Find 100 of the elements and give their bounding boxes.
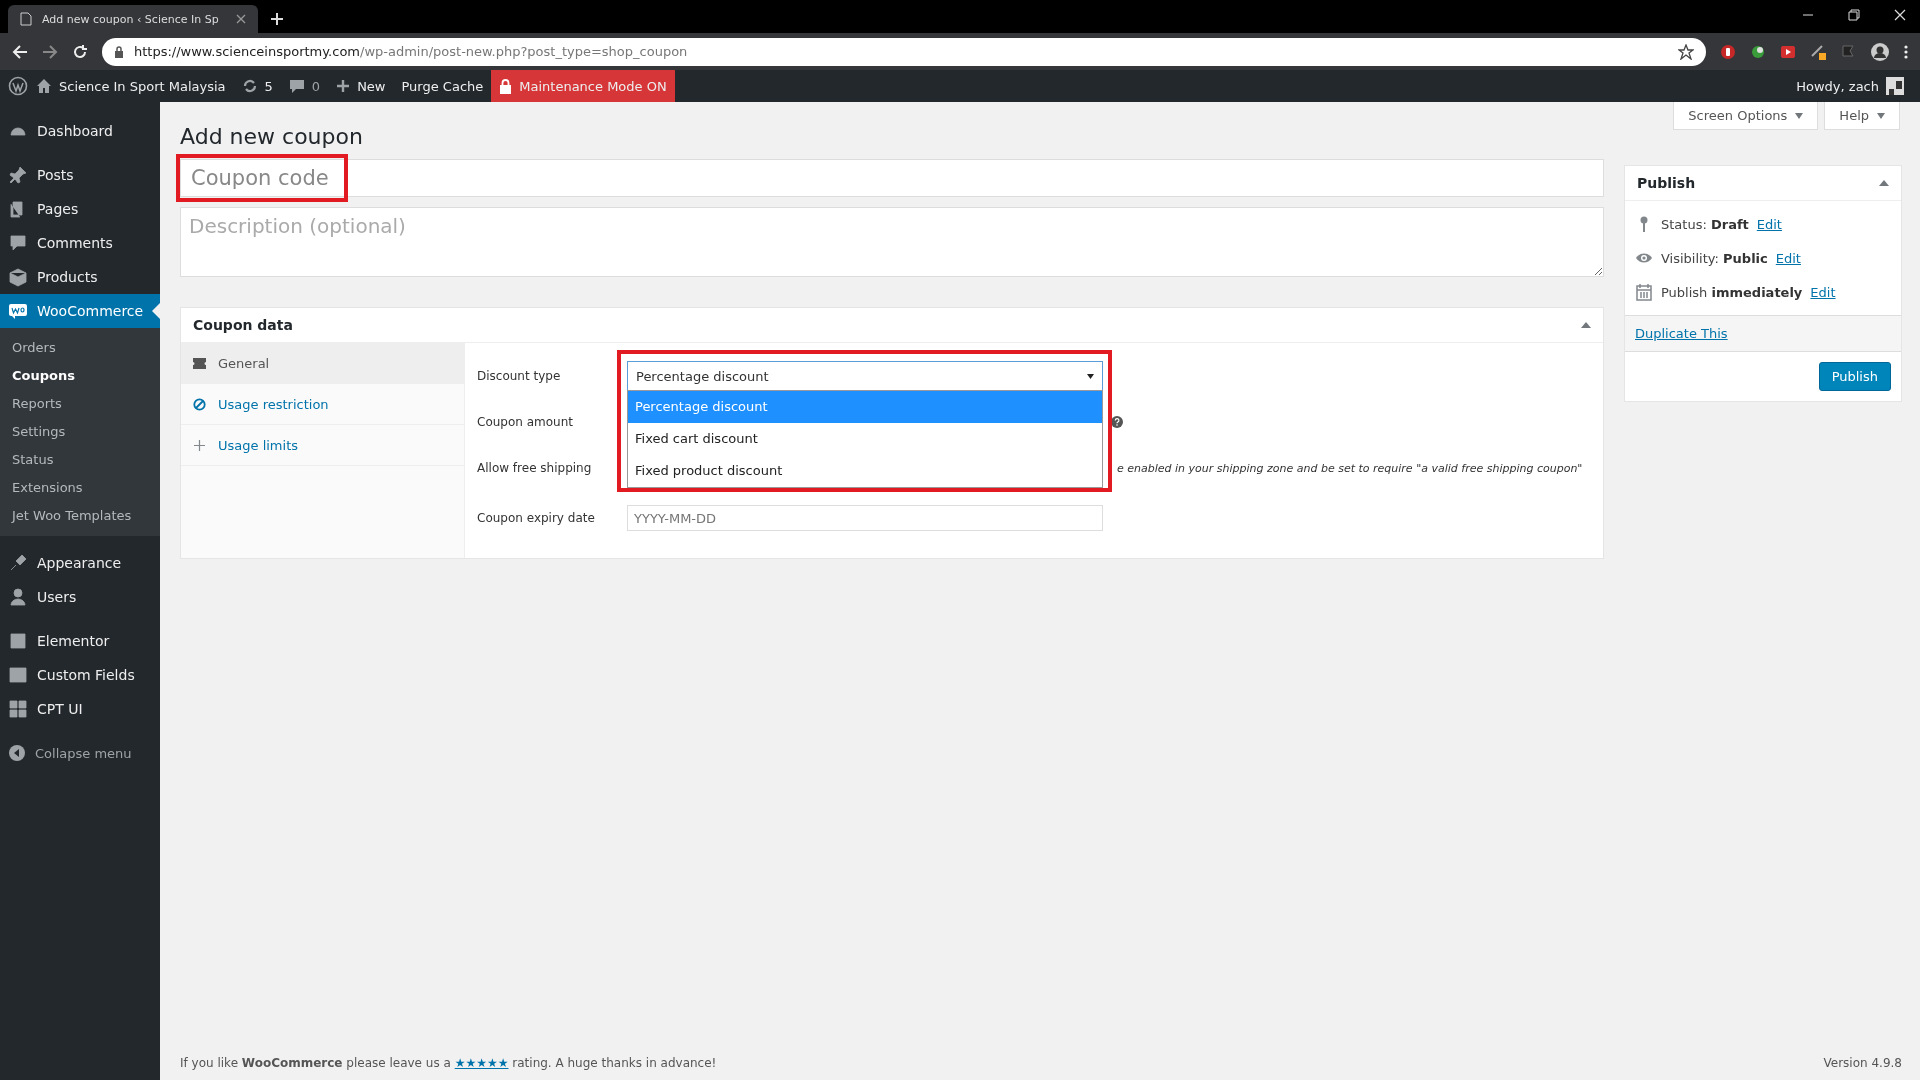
field-label: Coupon amount [477, 415, 574, 429]
help-icon[interactable] [1111, 416, 1123, 428]
submenu-item[interactable]: Orders [0, 334, 160, 362]
caret-icon [1877, 112, 1885, 119]
comments-link[interactable]: 0 [280, 70, 329, 102]
field-label: Coupon expiry date [477, 511, 596, 525]
panel-title: Coupon data [193, 317, 293, 333]
screen-meta-button[interactable]: Help [1824, 102, 1900, 130]
plus-icon [193, 438, 206, 452]
menu-item-icon [8, 631, 28, 651]
panel-tab[interactable]: Usage restriction [181, 384, 464, 425]
collapse-arrow-icon[interactable] [1581, 322, 1591, 328]
menu-item-icon [8, 165, 28, 185]
extension-icon[interactable] [1750, 43, 1766, 60]
sidebar-item[interactable]: Users [0, 580, 160, 614]
profile-icon[interactable] [1870, 41, 1890, 62]
speech-bubble-icon [288, 78, 305, 94]
screen-meta-button[interactable]: Screen Options [1673, 102, 1819, 130]
panel-tab[interactable]: General [181, 343, 464, 384]
pointer-icon [152, 303, 160, 319]
publish-info: Publish immediately [1661, 284, 1803, 300]
menu-item-icon [8, 665, 28, 685]
forward-icon[interactable] [42, 43, 58, 60]
prohibited-icon [193, 397, 206, 411]
publish-button[interactable]: Publish [1818, 362, 1891, 391]
refresh-icon [241, 78, 258, 94]
back-icon[interactable] [12, 43, 28, 60]
edit-link[interactable]: Edit [1756, 216, 1782, 232]
publish-info: Visibility: Public [1661, 250, 1768, 266]
plus-icon [336, 79, 351, 93]
collapse-arrow-icon[interactable] [1879, 180, 1889, 186]
version-text: Version 4.9.8 [1823, 1056, 1902, 1070]
menu-item-icon [8, 233, 28, 253]
dropdown-option[interactable]: Fixed product discount [628, 455, 1102, 487]
description-field[interactable]: Description (optional) [180, 207, 1604, 277]
submenu-item[interactable]: Extensions [0, 474, 160, 502]
extension-icon[interactable] [1810, 43, 1826, 60]
submenu-item[interactable]: Reports [0, 390, 160, 418]
menu-item-icon [8, 267, 28, 287]
calendar-icon [1635, 283, 1653, 301]
menu-icon[interactable] [1904, 43, 1908, 60]
home-icon [36, 78, 52, 94]
collapse-menu-button[interactable]: Collapse menu [0, 736, 160, 770]
submenu-item[interactable]: Coupons [0, 362, 160, 390]
sidebar-item[interactable]: Posts [0, 158, 160, 192]
new-link[interactable]: New [328, 70, 394, 102]
submenu-item[interactable]: Settings [0, 418, 160, 446]
sidebar-item[interactable]: Comments [0, 226, 160, 260]
reload-icon[interactable] [72, 43, 88, 60]
purge-cache-link[interactable]: Purge Cache [393, 70, 492, 102]
sidebar-item[interactable]: Pages [0, 192, 160, 226]
sidebar-item[interactable]: Elementor [0, 624, 160, 658]
menu-item-icon [8, 699, 28, 719]
account-link[interactable]: Howdy, zach [1788, 70, 1912, 102]
publish-info: Status: Draft [1661, 216, 1749, 232]
star-icon[interactable] [1678, 43, 1694, 60]
woocommerce-icon [8, 303, 28, 319]
caret-icon [1087, 373, 1094, 379]
sidebar-item[interactable]: Dashboard [0, 114, 160, 148]
rating-link[interactable]: ★★★★★ [454, 1056, 509, 1070]
submenu-item[interactable]: Jet Woo Templates [0, 502, 160, 530]
wordpress-logo-icon[interactable] [8, 76, 28, 96]
expiry-date-field[interactable]: YYYY-MM-DD [627, 505, 1103, 531]
sidebar-item[interactable]: CPT UI [0, 692, 160, 726]
field-label: Discount type [477, 369, 562, 383]
panel-title: Publish [1637, 175, 1696, 191]
restore-icon[interactable] [1848, 9, 1860, 21]
lock-icon [114, 45, 124, 58]
sidebar-item[interactable]: Custom Fields [0, 658, 160, 692]
field-label: Allow free shipping [477, 461, 593, 475]
discount-type-select[interactable]: Percentage discount [627, 361, 1103, 391]
menu-item-icon [8, 587, 28, 607]
field-description: e enabled in your shipping zone and be set to require "a valid free shipping coupon" [1117, 461, 1583, 475]
menu-item-icon [8, 553, 28, 573]
edit-link[interactable]: Edit [1775, 250, 1801, 266]
ticket-icon [193, 357, 206, 369]
extension-icon[interactable] [1780, 43, 1796, 60]
collapse-icon [8, 744, 26, 762]
submenu-item[interactable]: Status [0, 446, 160, 474]
panel-tab[interactable]: Usage limits [181, 425, 464, 466]
caret-icon [1795, 112, 1804, 119]
sidebar-item[interactable]: WooCommerce [0, 294, 160, 328]
coupon-code-field[interactable]: Coupon code [180, 159, 1604, 197]
page-icon [20, 12, 32, 26]
sidebar-item[interactable]: Appearance [0, 546, 160, 580]
edit-link[interactable]: Edit [1810, 284, 1836, 300]
duplicate-link[interactable]: Duplicate This [1635, 326, 1728, 341]
maintenance-mode-link[interactable]: Maintenance Mode ON [491, 70, 675, 102]
avatar-icon [1886, 77, 1904, 95]
sidebar-item[interactable]: Products [0, 260, 160, 294]
site-name-link[interactable]: Science In Sport Malaysia [28, 70, 234, 102]
extension-icon[interactable] [1720, 43, 1736, 60]
footer-text: If you like WooCommerce please leave us a ★★★★★ rating. A huge thanks in advance! [180, 1056, 717, 1070]
updates-link[interactable]: 5 [233, 70, 281, 102]
lock-icon [499, 78, 513, 94]
new-tab-icon[interactable] [270, 12, 284, 26]
page-title: Add new coupon [180, 124, 364, 149]
address-field[interactable]: https://www.scienceinsportmy.com/wp-admin/post-new.php?post_type=shop_coupon [102, 37, 1706, 66]
dropdown-option[interactable]: Fixed cart discount [628, 423, 1102, 455]
browser-tab[interactable]: Add new coupon ‹ Science In Sp [8, 5, 258, 33]
